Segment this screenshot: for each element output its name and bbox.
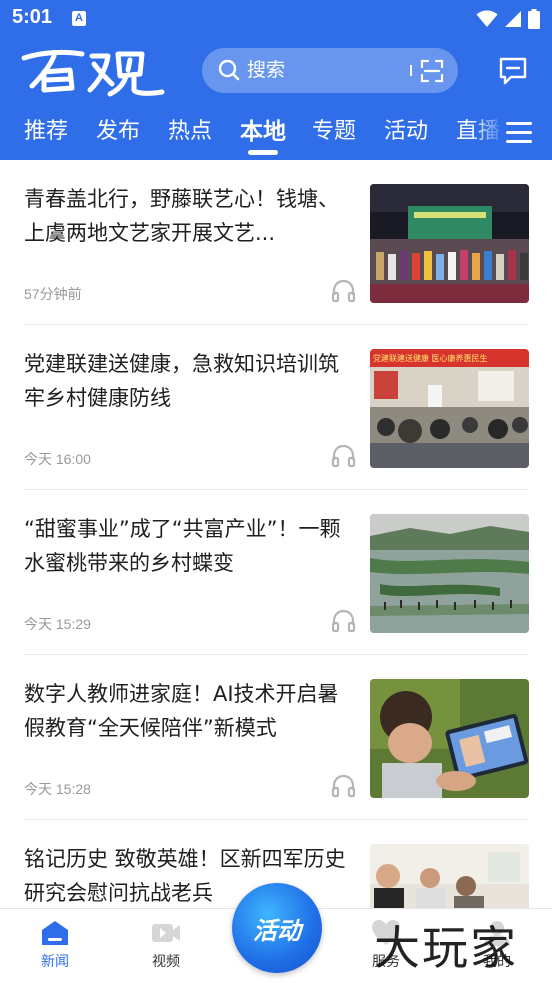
watermark: 大玩家 [374, 921, 518, 975]
news-thumbnail-stage[interactable] [370, 184, 529, 303]
news-list: 青春盖北行，野藤联艺心！钱塘、上虞两地文艺家开展文艺... 57分钟前 党建联建… [0, 160, 552, 908]
battery-icon [528, 9, 540, 29]
news-thumbnail-veteran[interactable] [370, 844, 529, 908]
headphone-icon[interactable] [331, 774, 356, 798]
search-icon [218, 59, 240, 81]
news-item[interactable]: 数字人教师进家庭！AI技术开启暑假教育“全天候陪伴”新模式 今天 15:28 [0, 655, 552, 820]
news-icon [42, 921, 68, 945]
nav-news-label: 新闻 [41, 954, 69, 970]
app-logo[interactable] [20, 46, 165, 98]
news-title[interactable]: 青春盖北行，野藤联艺心！钱塘、上虞两地文艺家开展文艺... [24, 182, 354, 250]
active-tab-indicator [248, 150, 278, 155]
signal-icon [505, 11, 521, 27]
video-icon [152, 924, 180, 942]
tab-recommend[interactable]: 推荐 [24, 112, 68, 152]
scan-icon[interactable] [420, 59, 444, 83]
nav-video-label: 视频 [152, 954, 180, 970]
search-placeholder[interactable]: 搜索 [247, 59, 285, 82]
news-thumbnail-river[interactable] [370, 514, 529, 633]
search-bar[interactable]: 搜索 [202, 48, 458, 93]
notification-a-icon: A [72, 11, 86, 26]
news-time: 57分钟前 [24, 286, 82, 302]
news-item[interactable]: 党建联建送健康，急救知识培训筑牢乡村健康防线 今天 16:00 党建联建送健康 … [0, 325, 552, 490]
message-icon[interactable] [498, 56, 528, 86]
search-divider [410, 65, 412, 76]
news-title[interactable]: 数字人教师进家庭！AI技术开启暑假教育“全天候陪伴”新模式 [24, 677, 354, 745]
tab-publish[interactable]: 发布 [96, 112, 140, 152]
activity-center-button[interactable]: 活动 [232, 883, 322, 973]
status-time: 5:01 [12, 6, 53, 28]
app-header: 5:01 A 搜索 推荐 发布 热点 本地 专题 活动 [0, 0, 552, 160]
wifi-icon [476, 10, 498, 27]
nav-video[interactable]: 视频 [126, 919, 206, 971]
tab-activities[interactable]: 活动 [384, 112, 428, 152]
status-icons [476, 8, 540, 30]
news-thumbnail-training[interactable]: 党建联建送健康 医心康养惠民生 [370, 349, 529, 468]
news-thumbnail-tablet[interactable] [370, 679, 529, 798]
tabs-fade [470, 112, 506, 156]
status-bar: 5:01 A [0, 0, 552, 38]
headphone-icon[interactable] [331, 444, 356, 468]
tab-hot[interactable]: 热点 [168, 112, 212, 152]
tab-local[interactable]: 本地 [240, 112, 286, 152]
news-title[interactable]: “甜蜜事业”成了“共富产业”！一颗水蜜桃带来的乡村蝶变 [24, 512, 354, 580]
channel-tabs: 推荐 发布 热点 本地 专题 活动 直播 [0, 112, 552, 156]
nav-news[interactable]: 新闻 [15, 919, 95, 971]
channel-menu-icon[interactable] [506, 122, 532, 144]
headphone-icon[interactable] [331, 609, 356, 633]
headphone-icon[interactable] [331, 279, 356, 303]
thumbnail-banner-text: 党建联建送健康 医心康养惠民生 [373, 353, 488, 363]
activity-center-label: 活动 [253, 917, 301, 945]
news-time: 今天 16:00 [24, 451, 91, 467]
news-title[interactable]: 党建联建送健康，急救知识培训筑牢乡村健康防线 [24, 347, 354, 415]
news-item[interactable]: “甜蜜事业”成了“共富产业”！一颗水蜜桃带来的乡村蝶变 今天 15:29 [0, 490, 552, 655]
news-time: 今天 15:29 [24, 616, 91, 632]
news-item[interactable]: 青春盖北行，野藤联艺心！钱塘、上虞两地文艺家开展文艺... 57分钟前 [0, 160, 552, 325]
news-time: 今天 15:28 [24, 781, 91, 797]
tab-topics[interactable]: 专题 [312, 112, 356, 152]
